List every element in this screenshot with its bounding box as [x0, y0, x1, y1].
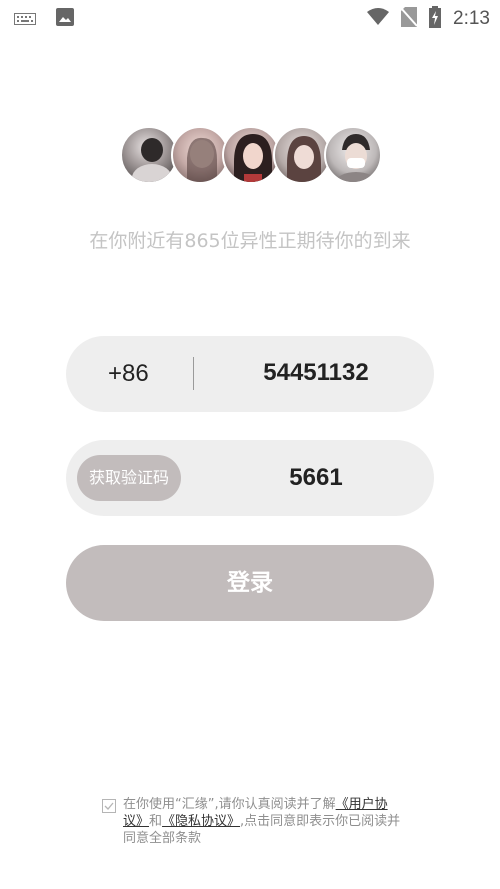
keyboard-icon — [14, 10, 36, 29]
clock: 2:13 — [453, 8, 490, 29]
get-code-button[interactable]: 获取验证码 — [77, 455, 181, 501]
avatar — [324, 126, 382, 184]
avatar — [120, 126, 178, 184]
avatar-row — [120, 126, 382, 186]
phone-input[interactable]: 54451132 — [216, 359, 416, 387]
agreement-checkbox-icon[interactable] — [102, 798, 116, 813]
image-icon — [56, 8, 74, 30]
tagline: 在你附近有865位异性正期待你的到来 — [89, 230, 411, 252]
phone-field[interactable]: +86 54451132 — [66, 336, 434, 412]
agreement-text: 在你使用“汇缘”,请你认真阅读并了解《用户协议》和《隐私协议》,点击同意即表示你… — [123, 796, 401, 847]
country-code-selector[interactable]: +86 — [108, 360, 149, 388]
battery-charging-icon — [429, 6, 442, 32]
agreement-and: 和 — [149, 814, 163, 829]
privacy-agreement-link[interactable]: 《隐私协议》 — [162, 814, 240, 829]
avatar — [171, 126, 229, 184]
status-bar: 2:13 — [0, 0, 500, 34]
avatar — [222, 126, 280, 184]
agreement-intro: 在你使用“汇缘”,请你认真阅读并了解 — [123, 797, 336, 812]
avatar — [273, 126, 331, 184]
no-sim-icon — [400, 7, 418, 31]
wifi-icon — [367, 8, 390, 30]
login-button[interactable]: 登录 — [66, 545, 434, 621]
verification-code-input[interactable]: 5661 — [216, 464, 416, 492]
divider — [193, 357, 194, 390]
verification-code-field[interactable]: 获取验证码 5661 — [66, 440, 434, 516]
